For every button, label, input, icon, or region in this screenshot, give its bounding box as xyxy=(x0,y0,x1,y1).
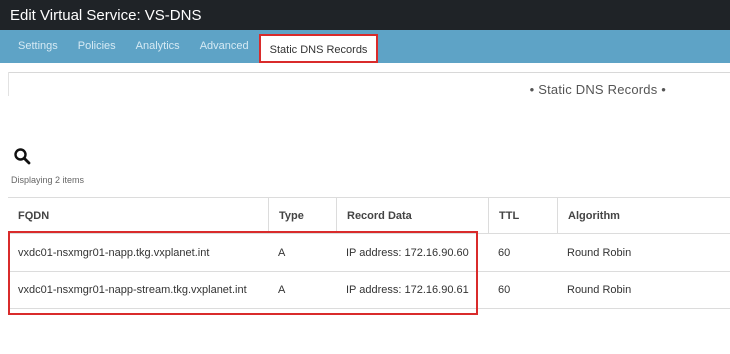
fqdn-cell: vxdc01-nsxmgr01-napp.tkg.vxplanet.int xyxy=(18,246,210,259)
fqdn-cell: vxdc01-nsxmgr01-napp-stream.tkg.vxplanet… xyxy=(18,284,247,296)
ttl-cell: 60 xyxy=(498,246,511,259)
type-cell: A xyxy=(278,284,286,296)
tab-analytics[interactable]: Analytics xyxy=(126,30,190,63)
table-row[interactable]: vxdc01-nsxmgr01-napp.tkg.vxplanet.int A … xyxy=(8,233,730,271)
tab-settings[interactable]: Settings xyxy=(8,30,68,63)
record-data-cell: IP address: 172.16.90.61 xyxy=(346,284,469,296)
record-data-cell: IP address: 172.16.90.60 xyxy=(346,246,469,259)
tab-static-dns-records[interactable]: Static DNS Records xyxy=(258,34,379,63)
column-header-ttl[interactable]: TTL xyxy=(488,198,557,233)
content-divider xyxy=(8,72,730,73)
table-header-row: FQDN Type Record Data TTL Algorithm xyxy=(8,197,730,233)
search-icon[interactable] xyxy=(10,144,34,168)
algorithm-cell: Round Robin xyxy=(567,284,632,296)
window-title: Edit Virtual Service: VS-DNS xyxy=(0,0,730,30)
algorithm-cell: Round Robin xyxy=(567,246,632,259)
section-heading: • Static DNS Records • xyxy=(529,82,666,97)
column-header-fqdn[interactable]: FQDN xyxy=(8,198,268,233)
column-header-algorithm[interactable]: Algorithm xyxy=(557,198,730,233)
ttl-cell: 60 xyxy=(498,284,511,296)
table-row[interactable]: vxdc01-nsxmgr01-napp-stream.tkg.vxplanet… xyxy=(8,271,730,309)
tab-advanced[interactable]: Advanced xyxy=(190,30,259,63)
column-header-record-data[interactable]: Record Data xyxy=(336,198,488,233)
tab-bar: Settings Policies Analytics Advanced Sta… xyxy=(0,30,730,63)
column-header-type[interactable]: Type xyxy=(268,198,336,233)
tab-policies[interactable]: Policies xyxy=(68,30,126,63)
dns-records-table: FQDN Type Record Data TTL Algorithm vxdc… xyxy=(8,197,730,309)
items-count: Displaying 2 items xyxy=(11,175,85,185)
type-cell: A xyxy=(278,246,286,259)
